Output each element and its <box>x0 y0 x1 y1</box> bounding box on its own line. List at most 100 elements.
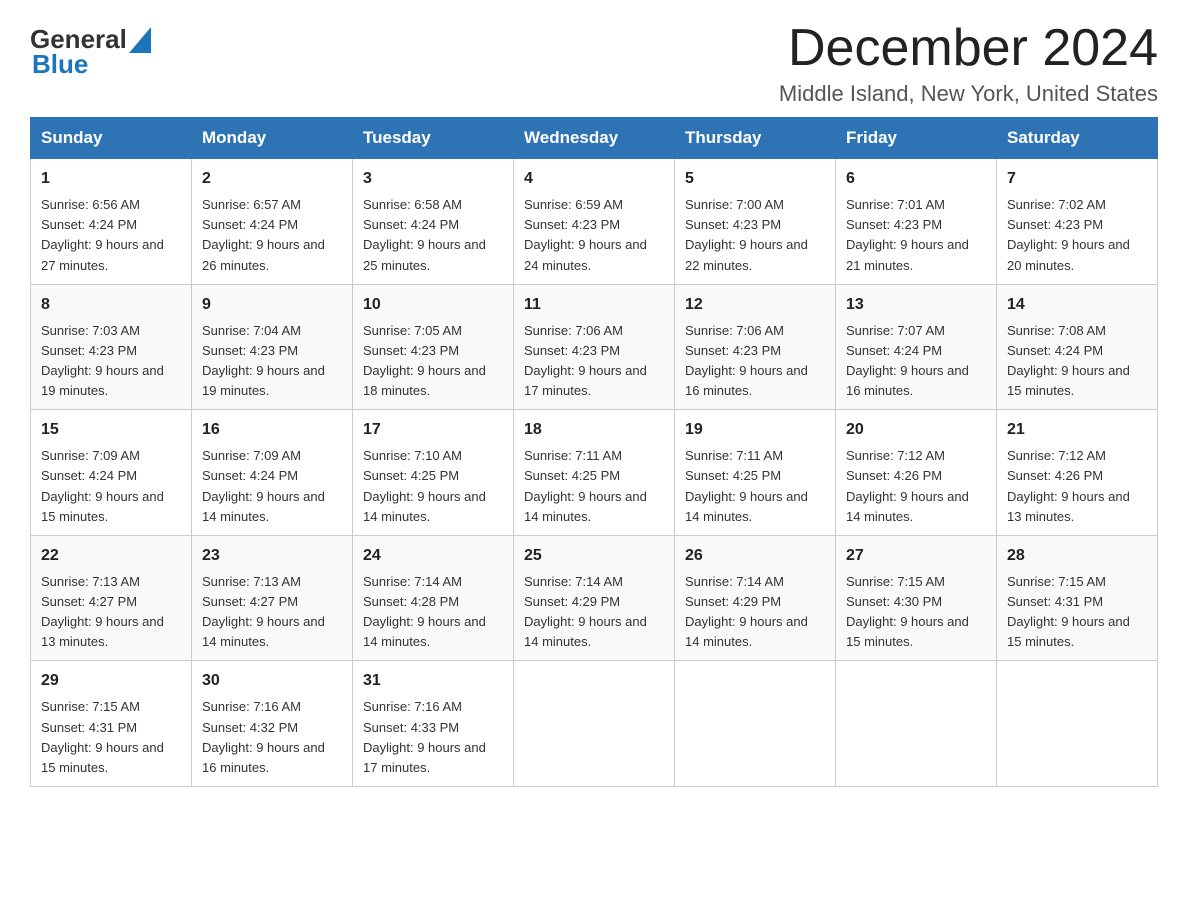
day-number: 28 <box>1007 544 1147 568</box>
week-row-1: 1 Sunrise: 6:56 AMSunset: 4:24 PMDayligh… <box>31 159 1158 285</box>
header-saturday: Saturday <box>997 118 1158 159</box>
calendar-day-cell: 13 Sunrise: 7:07 AMSunset: 4:24 PMDaylig… <box>836 284 997 410</box>
calendar-day-cell: 7 Sunrise: 7:02 AMSunset: 4:23 PMDayligh… <box>997 159 1158 285</box>
day-info: Sunrise: 7:12 AMSunset: 4:26 PMDaylight:… <box>846 448 969 523</box>
calendar-day-cell: 14 Sunrise: 7:08 AMSunset: 4:24 PMDaylig… <box>997 284 1158 410</box>
calendar-day-cell: 10 Sunrise: 7:05 AMSunset: 4:23 PMDaylig… <box>353 284 514 410</box>
day-info: Sunrise: 7:13 AMSunset: 4:27 PMDaylight:… <box>202 574 325 649</box>
day-info: Sunrise: 7:16 AMSunset: 4:32 PMDaylight:… <box>202 699 325 774</box>
day-info: Sunrise: 7:06 AMSunset: 4:23 PMDaylight:… <box>524 323 647 398</box>
day-number: 11 <box>524 293 664 317</box>
day-info: Sunrise: 7:11 AMSunset: 4:25 PMDaylight:… <box>524 448 647 523</box>
day-info: Sunrise: 7:15 AMSunset: 4:30 PMDaylight:… <box>846 574 969 649</box>
calendar-day-cell: 19 Sunrise: 7:11 AMSunset: 4:25 PMDaylig… <box>675 410 836 536</box>
calendar-day-cell: 24 Sunrise: 7:14 AMSunset: 4:28 PMDaylig… <box>353 535 514 661</box>
day-number: 15 <box>41 418 181 442</box>
day-info: Sunrise: 6:59 AMSunset: 4:23 PMDaylight:… <box>524 197 647 272</box>
day-info: Sunrise: 7:06 AMSunset: 4:23 PMDaylight:… <box>685 323 808 398</box>
calendar-day-cell: 16 Sunrise: 7:09 AMSunset: 4:24 PMDaylig… <box>192 410 353 536</box>
logo-triangle-icon <box>129 27 151 53</box>
calendar-day-cell: 2 Sunrise: 6:57 AMSunset: 4:24 PMDayligh… <box>192 159 353 285</box>
week-row-3: 15 Sunrise: 7:09 AMSunset: 4:24 PMDaylig… <box>31 410 1158 536</box>
day-info: Sunrise: 7:16 AMSunset: 4:33 PMDaylight:… <box>363 699 486 774</box>
header-tuesday: Tuesday <box>353 118 514 159</box>
day-number: 19 <box>685 418 825 442</box>
day-number: 5 <box>685 167 825 191</box>
day-number: 20 <box>846 418 986 442</box>
calendar-day-cell: 23 Sunrise: 7:13 AMSunset: 4:27 PMDaylig… <box>192 535 353 661</box>
calendar-day-cell: 15 Sunrise: 7:09 AMSunset: 4:24 PMDaylig… <box>31 410 192 536</box>
header-thursday: Thursday <box>675 118 836 159</box>
day-info: Sunrise: 7:13 AMSunset: 4:27 PMDaylight:… <box>41 574 164 649</box>
header-sunday: Sunday <box>31 118 192 159</box>
location-title: Middle Island, New York, United States <box>779 81 1158 107</box>
calendar-day-cell: 9 Sunrise: 7:04 AMSunset: 4:23 PMDayligh… <box>192 284 353 410</box>
calendar-day-cell: 31 Sunrise: 7:16 AMSunset: 4:33 PMDaylig… <box>353 661 514 787</box>
calendar-day-cell: 29 Sunrise: 7:15 AMSunset: 4:31 PMDaylig… <box>31 661 192 787</box>
calendar-day-cell <box>836 661 997 787</box>
day-info: Sunrise: 7:07 AMSunset: 4:24 PMDaylight:… <box>846 323 969 398</box>
day-number: 25 <box>524 544 664 568</box>
day-info: Sunrise: 7:14 AMSunset: 4:29 PMDaylight:… <box>524 574 647 649</box>
day-number: 23 <box>202 544 342 568</box>
calendar-day-cell: 11 Sunrise: 7:06 AMSunset: 4:23 PMDaylig… <box>514 284 675 410</box>
day-info: Sunrise: 7:14 AMSunset: 4:29 PMDaylight:… <box>685 574 808 649</box>
calendar-day-cell: 4 Sunrise: 6:59 AMSunset: 4:23 PMDayligh… <box>514 159 675 285</box>
header-friday: Friday <box>836 118 997 159</box>
day-number: 14 <box>1007 293 1147 317</box>
day-info: Sunrise: 7:09 AMSunset: 4:24 PMDaylight:… <box>202 448 325 523</box>
day-number: 22 <box>41 544 181 568</box>
calendar-day-cell: 17 Sunrise: 7:10 AMSunset: 4:25 PMDaylig… <box>353 410 514 536</box>
calendar-day-cell: 26 Sunrise: 7:14 AMSunset: 4:29 PMDaylig… <box>675 535 836 661</box>
day-number: 3 <box>363 167 503 191</box>
day-number: 30 <box>202 669 342 693</box>
logo-blue: Blue <box>30 49 88 80</box>
calendar-day-cell: 8 Sunrise: 7:03 AMSunset: 4:23 PMDayligh… <box>31 284 192 410</box>
week-row-4: 22 Sunrise: 7:13 AMSunset: 4:27 PMDaylig… <box>31 535 1158 661</box>
calendar-day-cell: 12 Sunrise: 7:06 AMSunset: 4:23 PMDaylig… <box>675 284 836 410</box>
day-number: 21 <box>1007 418 1147 442</box>
day-info: Sunrise: 7:02 AMSunset: 4:23 PMDaylight:… <box>1007 197 1130 272</box>
day-info: Sunrise: 6:57 AMSunset: 4:24 PMDaylight:… <box>202 197 325 272</box>
day-info: Sunrise: 7:00 AMSunset: 4:23 PMDaylight:… <box>685 197 808 272</box>
calendar-day-cell: 22 Sunrise: 7:13 AMSunset: 4:27 PMDaylig… <box>31 535 192 661</box>
day-number: 13 <box>846 293 986 317</box>
day-info: Sunrise: 6:58 AMSunset: 4:24 PMDaylight:… <box>363 197 486 272</box>
calendar-day-cell <box>997 661 1158 787</box>
logo: General Blue <box>30 20 151 80</box>
calendar-day-cell: 3 Sunrise: 6:58 AMSunset: 4:24 PMDayligh… <box>353 159 514 285</box>
day-info: Sunrise: 7:05 AMSunset: 4:23 PMDaylight:… <box>363 323 486 398</box>
day-number: 24 <box>363 544 503 568</box>
day-info: Sunrise: 7:10 AMSunset: 4:25 PMDaylight:… <box>363 448 486 523</box>
title-block: December 2024 Middle Island, New York, U… <box>779 20 1158 107</box>
day-number: 12 <box>685 293 825 317</box>
day-number: 18 <box>524 418 664 442</box>
calendar-table: Sunday Monday Tuesday Wednesday Thursday… <box>30 117 1158 787</box>
weekday-header-row: Sunday Monday Tuesday Wednesday Thursday… <box>31 118 1158 159</box>
day-number: 6 <box>846 167 986 191</box>
day-info: Sunrise: 7:09 AMSunset: 4:24 PMDaylight:… <box>41 448 164 523</box>
calendar-day-cell: 5 Sunrise: 7:00 AMSunset: 4:23 PMDayligh… <box>675 159 836 285</box>
day-info: Sunrise: 7:11 AMSunset: 4:25 PMDaylight:… <box>685 448 808 523</box>
week-row-2: 8 Sunrise: 7:03 AMSunset: 4:23 PMDayligh… <box>31 284 1158 410</box>
day-number: 17 <box>363 418 503 442</box>
day-info: Sunrise: 7:15 AMSunset: 4:31 PMDaylight:… <box>41 699 164 774</box>
day-number: 16 <box>202 418 342 442</box>
day-number: 8 <box>41 293 181 317</box>
header-monday: Monday <box>192 118 353 159</box>
day-number: 2 <box>202 167 342 191</box>
day-number: 31 <box>363 669 503 693</box>
page-header: General Blue December 2024 Middle Island… <box>30 20 1158 107</box>
day-info: Sunrise: 7:15 AMSunset: 4:31 PMDaylight:… <box>1007 574 1130 649</box>
calendar-day-cell: 20 Sunrise: 7:12 AMSunset: 4:26 PMDaylig… <box>836 410 997 536</box>
calendar-day-cell <box>675 661 836 787</box>
day-number: 7 <box>1007 167 1147 191</box>
day-number: 29 <box>41 669 181 693</box>
day-number: 26 <box>685 544 825 568</box>
calendar-day-cell <box>514 661 675 787</box>
calendar-day-cell: 25 Sunrise: 7:14 AMSunset: 4:29 PMDaylig… <box>514 535 675 661</box>
day-info: Sunrise: 7:03 AMSunset: 4:23 PMDaylight:… <box>41 323 164 398</box>
header-wednesday: Wednesday <box>514 118 675 159</box>
day-info: Sunrise: 7:08 AMSunset: 4:24 PMDaylight:… <box>1007 323 1130 398</box>
week-row-5: 29 Sunrise: 7:15 AMSunset: 4:31 PMDaylig… <box>31 661 1158 787</box>
